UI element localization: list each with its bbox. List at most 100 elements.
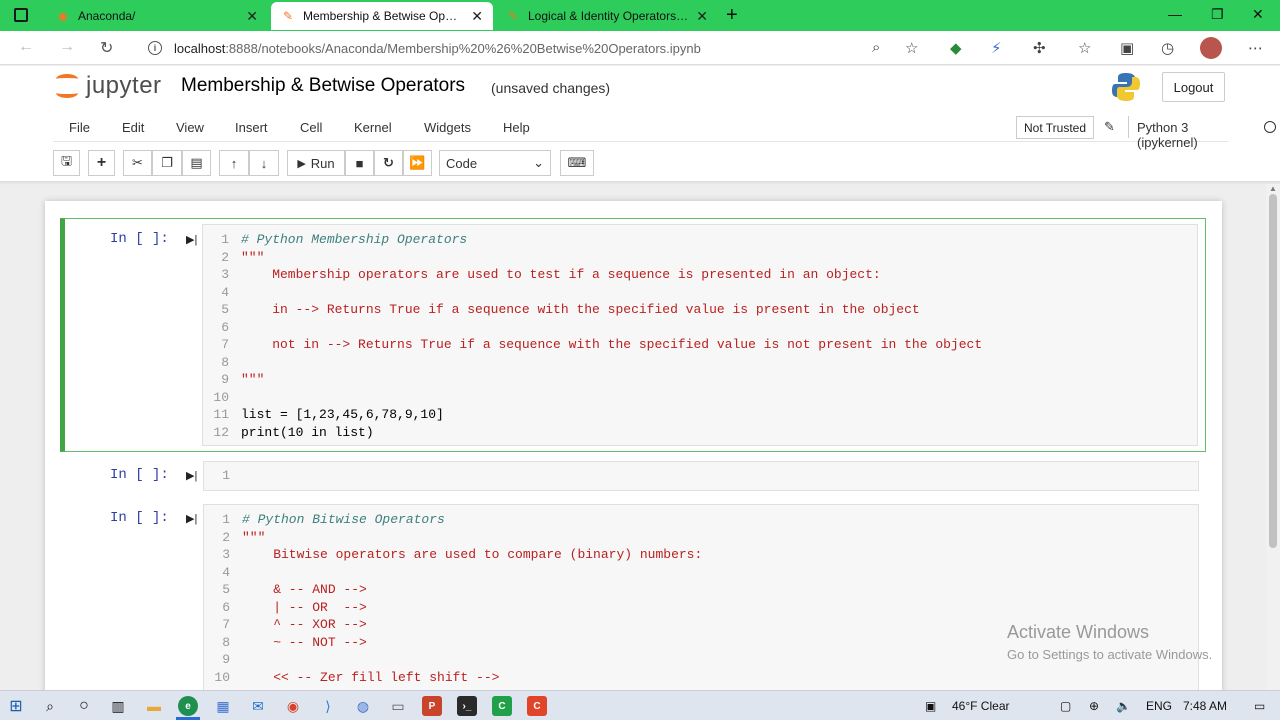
- store-icon[interactable]: ▦: [213, 696, 233, 716]
- add-favorite-icon[interactable]: ☆: [905, 39, 918, 57]
- language-indicator[interactable]: ENG: [1146, 699, 1172, 713]
- camtasia-icon[interactable]: C: [492, 696, 512, 716]
- menu-cell[interactable]: Cell: [300, 120, 322, 135]
- copy-button[interactable]: ❐: [152, 150, 182, 176]
- extensions-icon[interactable]: ✣: [1033, 39, 1046, 57]
- code-editor[interactable]: 1: [203, 461, 1199, 491]
- app-icon[interactable]: ▭: [388, 696, 408, 716]
- back-icon[interactable]: ←: [18, 38, 34, 56]
- move-up-button[interactable]: ↑: [219, 150, 249, 176]
- code-editor[interactable]: 1 # Python Bitwise Operators 2 """ 3 Bitwi…: [203, 504, 1199, 690]
- menu-view[interactable]: View: [176, 120, 204, 135]
- restart-run-all-button[interactable]: ⏩: [403, 150, 432, 176]
- menu-kernel[interactable]: Kernel: [354, 120, 392, 135]
- cell-prompt: In [ ]:: [110, 231, 169, 247]
- collections-icon[interactable]: ▣: [1120, 39, 1134, 57]
- restart-button[interactable]: ↻: [374, 150, 403, 176]
- paste-button[interactable]: ▤: [182, 150, 211, 176]
- header-shadow: [0, 181, 1280, 185]
- close-tab-icon[interactable]: ✕: [471, 8, 483, 25]
- menu-file[interactable]: File: [69, 120, 90, 135]
- windows-start-icon[interactable]: ⊞: [6, 696, 26, 716]
- site-info-icon[interactable]: i: [148, 41, 162, 55]
- favorites-icon[interactable]: ☆: [1078, 39, 1091, 57]
- notebook-title[interactable]: Membership & Betwise Operators: [181, 75, 465, 97]
- tab-logical-identity[interactable]: ✎ Logical & Identity Operators - N ✕: [496, 2, 718, 30]
- insert-cell-button[interactable]: +: [88, 150, 115, 176]
- menu-edit[interactable]: Edit: [122, 120, 144, 135]
- not-trusted-button[interactable]: Not Trusted: [1016, 116, 1094, 139]
- weather-icon[interactable]: ▣: [925, 699, 936, 713]
- zoom-icon[interactable]: ⌕: [872, 39, 880, 56]
- code-cell-selected[interactable]: In [ ]: ▶| 1 # Python Membership Operator…: [60, 218, 1206, 452]
- task-view-icon[interactable]: ▥: [108, 696, 128, 716]
- more-menu-icon[interactable]: ⋯: [1248, 39, 1263, 57]
- save-icon: 🖫: [60, 153, 73, 168]
- minimize-icon[interactable]: —: [1168, 6, 1182, 22]
- arrow-up-icon: ↑: [230, 155, 238, 171]
- tab-anaconda[interactable]: ◉ Anaconda/ ✕: [46, 2, 268, 30]
- profile-avatar[interactable]: [1200, 37, 1222, 59]
- terminal-icon[interactable]: ›_: [457, 696, 477, 716]
- cell-type-select[interactable]: Code ⌄: [439, 150, 551, 176]
- move-down-button[interactable]: ↓: [249, 150, 279, 176]
- save-button[interactable]: 🖫: [53, 150, 80, 176]
- menu-insert[interactable]: Insert: [235, 120, 268, 135]
- run-cell-icon[interactable]: ▶|: [186, 469, 197, 482]
- history-icon[interactable]: ◷: [1161, 39, 1174, 57]
- zoom-app-icon[interactable]: ◍: [353, 696, 373, 716]
- edit-pencil-icon[interactable]: ✎: [1104, 119, 1115, 135]
- extension-icon[interactable]: ◆: [950, 39, 962, 57]
- jupyter-logo[interactable]: jupyter: [56, 72, 162, 100]
- network-icon[interactable]: ⊕: [1089, 699, 1099, 713]
- cortana-icon[interactable]: ○: [74, 696, 94, 716]
- notifications-icon[interactable]: ▭: [1254, 699, 1265, 713]
- scroll-up-icon[interactable]: ▲: [1269, 184, 1277, 193]
- clock[interactable]: 7:48 AM: [1183, 699, 1227, 713]
- close-tab-icon[interactable]: ✕: [696, 8, 708, 25]
- code-cell[interactable]: In [ ]: ▶| 1 # Python Bitwise Operators 2…: [60, 504, 1206, 690]
- run-cell-icon[interactable]: ▶|: [186, 512, 197, 525]
- logout-button[interactable]: Logout: [1162, 72, 1225, 102]
- url-field[interactable]: i localhost:8888/notebooks/Anaconda/Memb…: [140, 35, 900, 61]
- tab-actions-icon[interactable]: [14, 8, 28, 22]
- menu-widgets[interactable]: Widgets: [424, 120, 471, 135]
- cut-button[interactable]: ✂: [123, 150, 152, 176]
- run-button[interactable]: ▶ Run: [287, 150, 345, 176]
- volume-icon[interactable]: 🔈: [1116, 699, 1131, 713]
- menu-help[interactable]: Help: [503, 120, 530, 135]
- close-tab-icon[interactable]: ✕: [246, 8, 258, 25]
- weather-text[interactable]: 46°F Clear: [952, 699, 1010, 713]
- page-scrollbar[interactable]: ▲: [1266, 184, 1280, 690]
- forward-icon[interactable]: →: [59, 38, 75, 56]
- address-bar: ← → ↻ i localhost:8888/notebooks/Anacond…: [0, 31, 1280, 65]
- run-cell-icon[interactable]: ▶|: [186, 233, 197, 246]
- code-editor[interactable]: 1 # Python Membership Operators 2 """ 3 Me…: [202, 224, 1198, 446]
- search-icon[interactable]: ⌕: [40, 696, 60, 716]
- edge-browser-icon[interactable]: e: [178, 696, 198, 716]
- jupyter-favicon-icon: ◉: [57, 9, 69, 23]
- vscode-icon[interactable]: ⟩: [318, 696, 338, 716]
- command-palette-button[interactable]: ⌨: [560, 150, 594, 176]
- scrollbar-thumb[interactable]: [1269, 194, 1277, 548]
- plus-icon: +: [96, 154, 107, 171]
- mail-icon[interactable]: ✉: [248, 696, 268, 716]
- meet-now-icon[interactable]: ▢: [1060, 699, 1071, 713]
- new-tab-icon[interactable]: +: [726, 4, 738, 27]
- code-cell-empty[interactable]: In [ ]: ▶| 1: [60, 460, 1206, 496]
- chrome-icon[interactable]: ◉: [283, 696, 303, 716]
- tab-membership[interactable]: ✎ Membership & Betwise Operato ✕: [271, 2, 493, 30]
- close-window-icon[interactable]: ✕: [1252, 6, 1264, 23]
- browser-tab-bar: ◉ Anaconda/ ✕ ✎ Membership & Betwise Ope…: [0, 0, 1280, 31]
- file-explorer-icon[interactable]: ▬: [144, 696, 164, 716]
- kernel-name[interactable]: Python 3 (ipykernel): [1137, 120, 1228, 150]
- reload-icon[interactable]: ↻: [100, 38, 113, 58]
- recorder-icon[interactable]: C: [527, 696, 547, 716]
- maximize-icon[interactable]: ❐: [1211, 6, 1224, 23]
- jupyter-logo-icon: [56, 72, 80, 100]
- keyboard-icon: ⌨: [567, 155, 587, 170]
- arrow-down-icon: ↓: [260, 155, 268, 171]
- powerpoint-icon[interactable]: P: [422, 696, 442, 716]
- interrupt-button[interactable]: ■: [345, 150, 374, 176]
- extension-icon[interactable]: ⚡: [991, 39, 1002, 57]
